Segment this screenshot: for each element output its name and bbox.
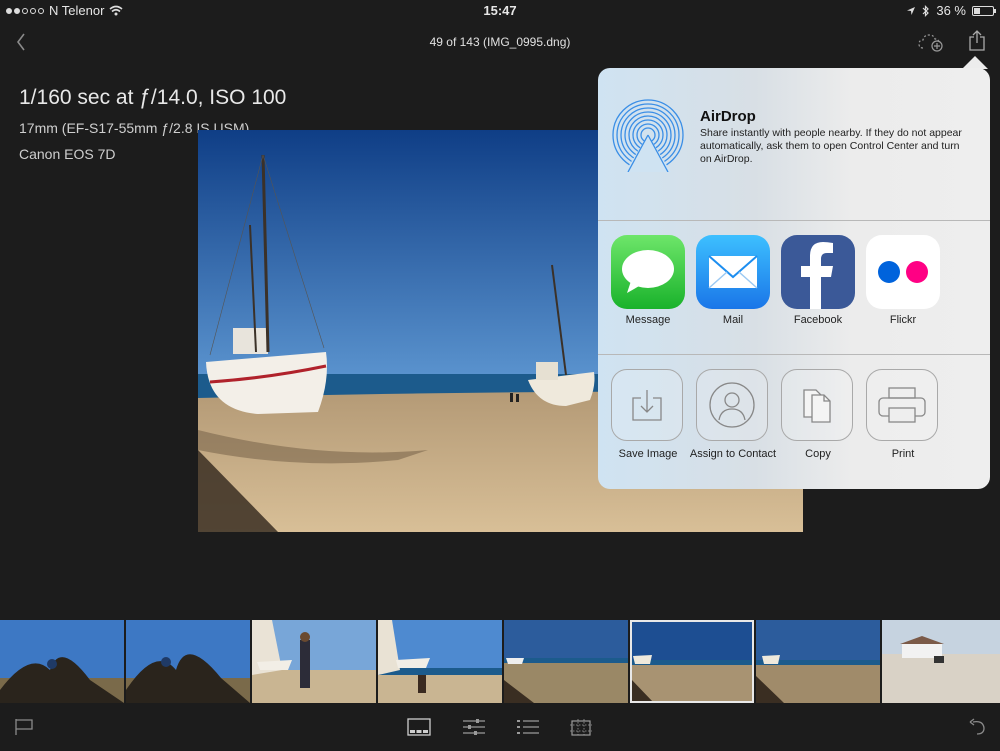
action-save-image[interactable] bbox=[611, 369, 683, 441]
status-time: 15:47 bbox=[483, 3, 517, 18]
filmstrip-thumb[interactable] bbox=[378, 620, 502, 703]
share-app-label: Message bbox=[625, 314, 671, 326]
flag-button[interactable] bbox=[14, 718, 34, 741]
adjust-sliders-icon bbox=[463, 719, 485, 735]
action-copy[interactable] bbox=[781, 369, 853, 441]
airdrop-icon[interactable] bbox=[611, 98, 685, 172]
share-app-facebook[interactable] bbox=[781, 235, 855, 309]
crop-button[interactable] bbox=[569, 718, 593, 743]
filmstrip-thumb-selected[interactable] bbox=[630, 620, 754, 703]
crop-icon bbox=[570, 719, 592, 737]
share-app-flickr[interactable] bbox=[866, 235, 940, 309]
share-icon bbox=[969, 30, 985, 51]
share-app-label: Mail bbox=[722, 314, 744, 326]
location-icon bbox=[907, 6, 916, 15]
action-print[interactable] bbox=[866, 369, 938, 441]
filmstrip-view-icon bbox=[407, 718, 431, 736]
bluetooth-icon bbox=[922, 4, 930, 17]
flag-icon bbox=[15, 719, 33, 735]
adjust-button[interactable] bbox=[462, 718, 486, 741]
message-icon bbox=[611, 235, 685, 309]
list-button[interactable] bbox=[516, 718, 540, 741]
share-divider bbox=[598, 354, 990, 355]
save-image-icon bbox=[632, 390, 662, 421]
share-button[interactable] bbox=[967, 30, 987, 57]
nav-title: 49 of 143 (IMG_0995.dng) bbox=[429, 35, 571, 49]
undo-icon bbox=[969, 718, 985, 735]
filmstrip-thumb[interactable] bbox=[126, 620, 250, 703]
battery-level bbox=[974, 7, 980, 14]
cloud-add-icon bbox=[918, 34, 943, 52]
filmstrip-thumb[interactable] bbox=[0, 620, 124, 703]
share-sheet: AirDrop Share instantly with people near… bbox=[598, 68, 990, 489]
filmstrip-view-button[interactable] bbox=[407, 718, 431, 741]
action-assign-contact[interactable] bbox=[696, 369, 768, 441]
action-label: Print bbox=[891, 448, 915, 460]
print-icon bbox=[878, 387, 926, 423]
cloud-add-button[interactable] bbox=[918, 32, 944, 57]
share-app-message[interactable] bbox=[611, 235, 685, 309]
mail-icon bbox=[696, 235, 770, 309]
copy-icon bbox=[803, 389, 831, 423]
filmstrip-thumb[interactable] bbox=[882, 620, 1000, 703]
list-icon bbox=[517, 720, 539, 734]
contact-icon bbox=[709, 382, 755, 428]
exif-exposure: 1/160 sec at ƒ/14.0, ISO 100 bbox=[19, 86, 287, 109]
undo-button[interactable] bbox=[968, 718, 986, 741]
facebook-icon bbox=[781, 235, 855, 309]
battery-percent: 36 % bbox=[936, 3, 966, 18]
filmstrip-thumb[interactable] bbox=[504, 620, 628, 703]
status-bar: N Telenor 15:47 36 % bbox=[0, 0, 1000, 22]
share-divider bbox=[598, 220, 990, 221]
flickr-icon bbox=[866, 235, 940, 309]
airdrop-title: AirDrop bbox=[700, 108, 756, 125]
filmstrip-thumb[interactable] bbox=[756, 620, 880, 703]
exif-camera: Canon EOS 7D bbox=[19, 146, 116, 162]
filmstrip bbox=[0, 620, 1000, 705]
airdrop-description: Share instantly with people nearby. If t… bbox=[700, 127, 962, 165]
action-label: Copy bbox=[805, 448, 831, 460]
action-label: Assign to Contact bbox=[689, 448, 777, 460]
bottom-toolbar bbox=[0, 706, 1000, 751]
action-label: Save Image bbox=[618, 448, 678, 460]
status-right: 36 % bbox=[906, 3, 996, 18]
filmstrip-thumb[interactable] bbox=[252, 620, 376, 703]
battery-icon bbox=[972, 5, 996, 16]
share-app-label: Facebook bbox=[793, 314, 843, 326]
share-app-mail[interactable] bbox=[696, 235, 770, 309]
share-app-label: Flickr bbox=[889, 314, 917, 326]
